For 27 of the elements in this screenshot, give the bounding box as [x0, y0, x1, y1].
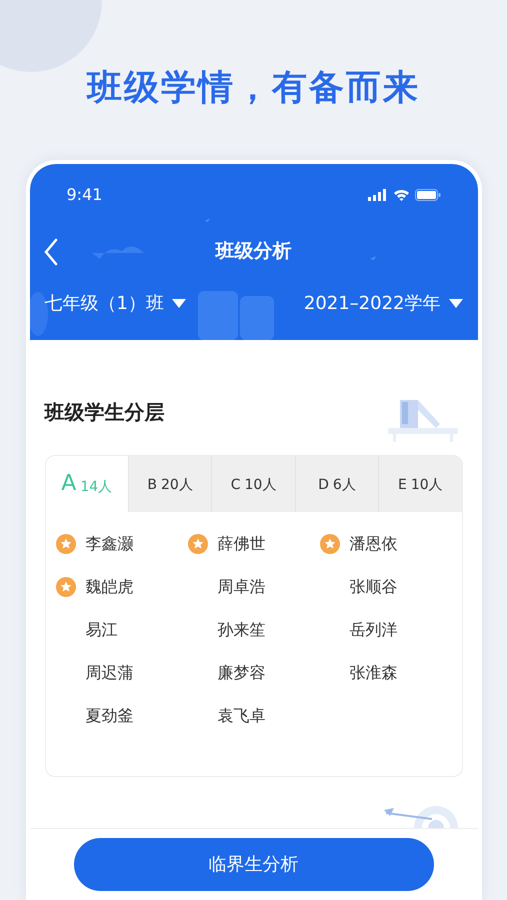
- student-name: 周迟蒲: [86, 662, 134, 684]
- back-icon[interactable]: [42, 238, 58, 266]
- critical-students-button[interactable]: 临界生分析: [74, 838, 434, 891]
- student-name: 张淮森: [350, 662, 398, 684]
- student-name: 魏皑虎: [86, 576, 134, 598]
- status-time: 9:41: [66, 184, 102, 206]
- dropdown-selector[interactable]: 七年级（1）班: [44, 290, 186, 317]
- student-name: 潘恩依: [350, 533, 398, 555]
- student-name: 岳列洋: [350, 619, 398, 641]
- student-name: 李鑫灏: [86, 533, 134, 555]
- caret-icon: [448, 299, 462, 308]
- section-title: 班级学生分层: [44, 398, 164, 426]
- headline: 班级学情，有备而来: [87, 66, 420, 110]
- caret-icon: [172, 299, 186, 308]
- student-name: 张顺谷: [350, 576, 398, 598]
- student-name: 孙来笙: [218, 619, 266, 641]
- screen-title: 班级分析: [216, 238, 292, 264]
- student-name: 袁飞卓: [218, 705, 266, 727]
- signal-icon: [368, 189, 388, 201]
- student-name: 夏劲釜: [86, 705, 134, 727]
- student-name: 易江: [86, 619, 118, 641]
- student-name: 廉梦容: [218, 662, 266, 684]
- student-name: 薛佛世: [218, 533, 266, 555]
- wifi-icon: [392, 189, 410, 201]
- battery-icon: [414, 189, 440, 201]
- student-name: 周卓浩: [218, 576, 266, 598]
- dropdown-selector[interactable]: 2021–2022学年: [304, 290, 462, 317]
